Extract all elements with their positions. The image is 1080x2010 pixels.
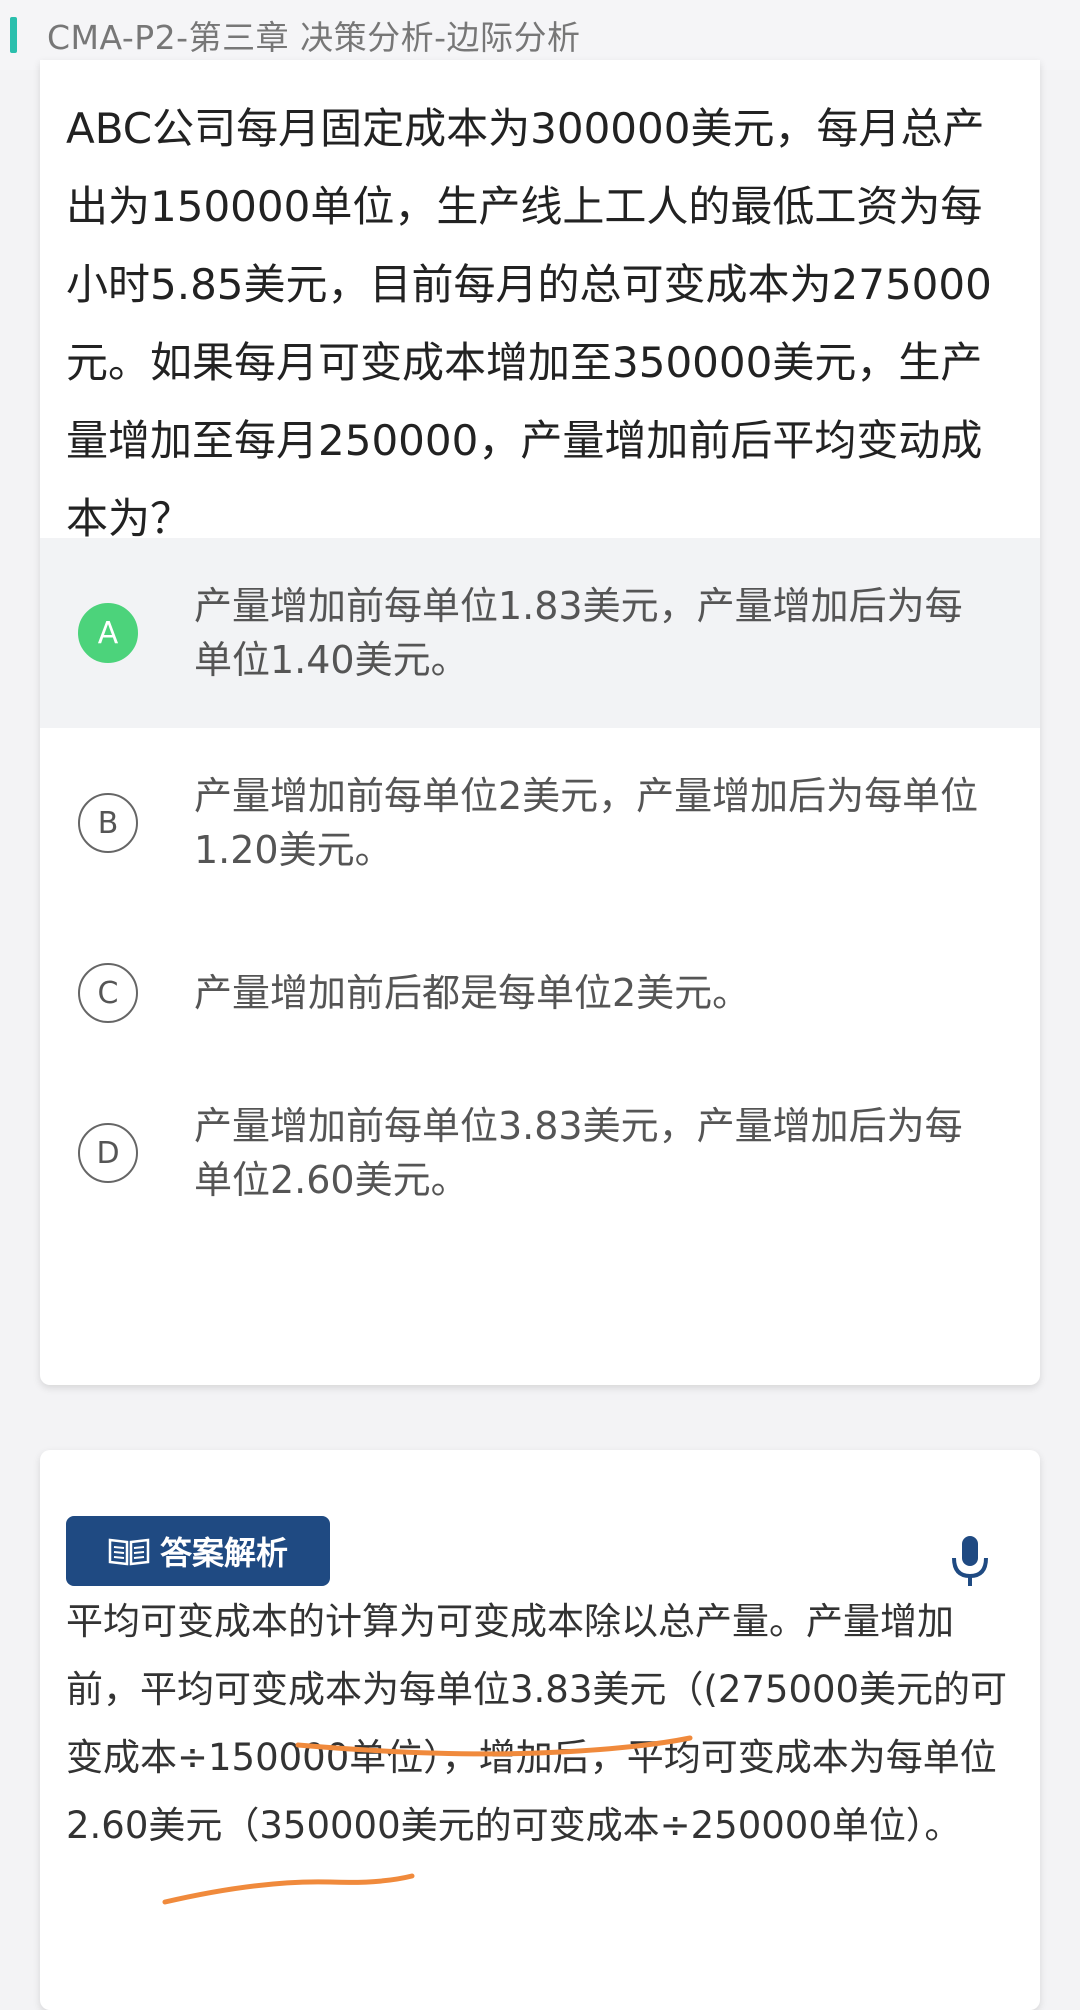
answer-card: 答案解析 平均可变成本的计算为可变成本除以总产量。产量增加前，平均可变成本为每单…: [40, 1450, 1040, 2010]
microphone-icon[interactable]: [940, 1530, 1000, 1590]
question-card: ABC公司每月固定成本为300000美元，每月总产出为150000单位，生产线上…: [40, 60, 1040, 1385]
option-d[interactable]: D 产量增加前每单位3.83美元，产量增加后为每单位2.60美元。: [40, 1058, 1040, 1248]
page-title: CMA-P2-第三章 决策分析-边际分析: [47, 18, 581, 57]
question-text: ABC公司每月固定成本为300000美元，每月总产出为150000单位，生产线上…: [66, 104, 992, 543]
option-a-badge: A: [78, 603, 138, 663]
title-accent-bar: [10, 17, 17, 53]
answer-analysis-header[interactable]: 答案解析: [66, 1516, 330, 1586]
option-b-text: 产量增加前每单位2美元，产量增加后为每单位1.20美元。: [194, 774, 979, 872]
option-a[interactable]: A 产量增加前每单位1.83美元，产量增加后为每单位1.40美元。: [40, 538, 1040, 728]
option-a-text: 产量增加前每单位1.83美元，产量增加后为每单位1.40美元。: [194, 584, 963, 682]
answer-analysis-label: 答案解析: [159, 1534, 288, 1572]
option-d-badge: D: [78, 1123, 138, 1183]
answer-explanation: 平均可变成本的计算为可变成本除以总产量。产量增加前，平均可变成本为每单位3.83…: [66, 1600, 1008, 1847]
open-book-icon: [108, 1538, 150, 1566]
option-b-badge: B: [78, 793, 138, 853]
option-c-text: 产量增加前后都是每单位2美元。: [194, 971, 751, 1015]
option-b[interactable]: B 产量增加前每单位2美元，产量增加后为每单位1.20美元。: [40, 728, 1040, 918]
option-c-badge: C: [78, 963, 138, 1023]
option-d-text: 产量增加前每单位3.83美元，产量增加后为每单位2.60美元。: [194, 1104, 963, 1202]
